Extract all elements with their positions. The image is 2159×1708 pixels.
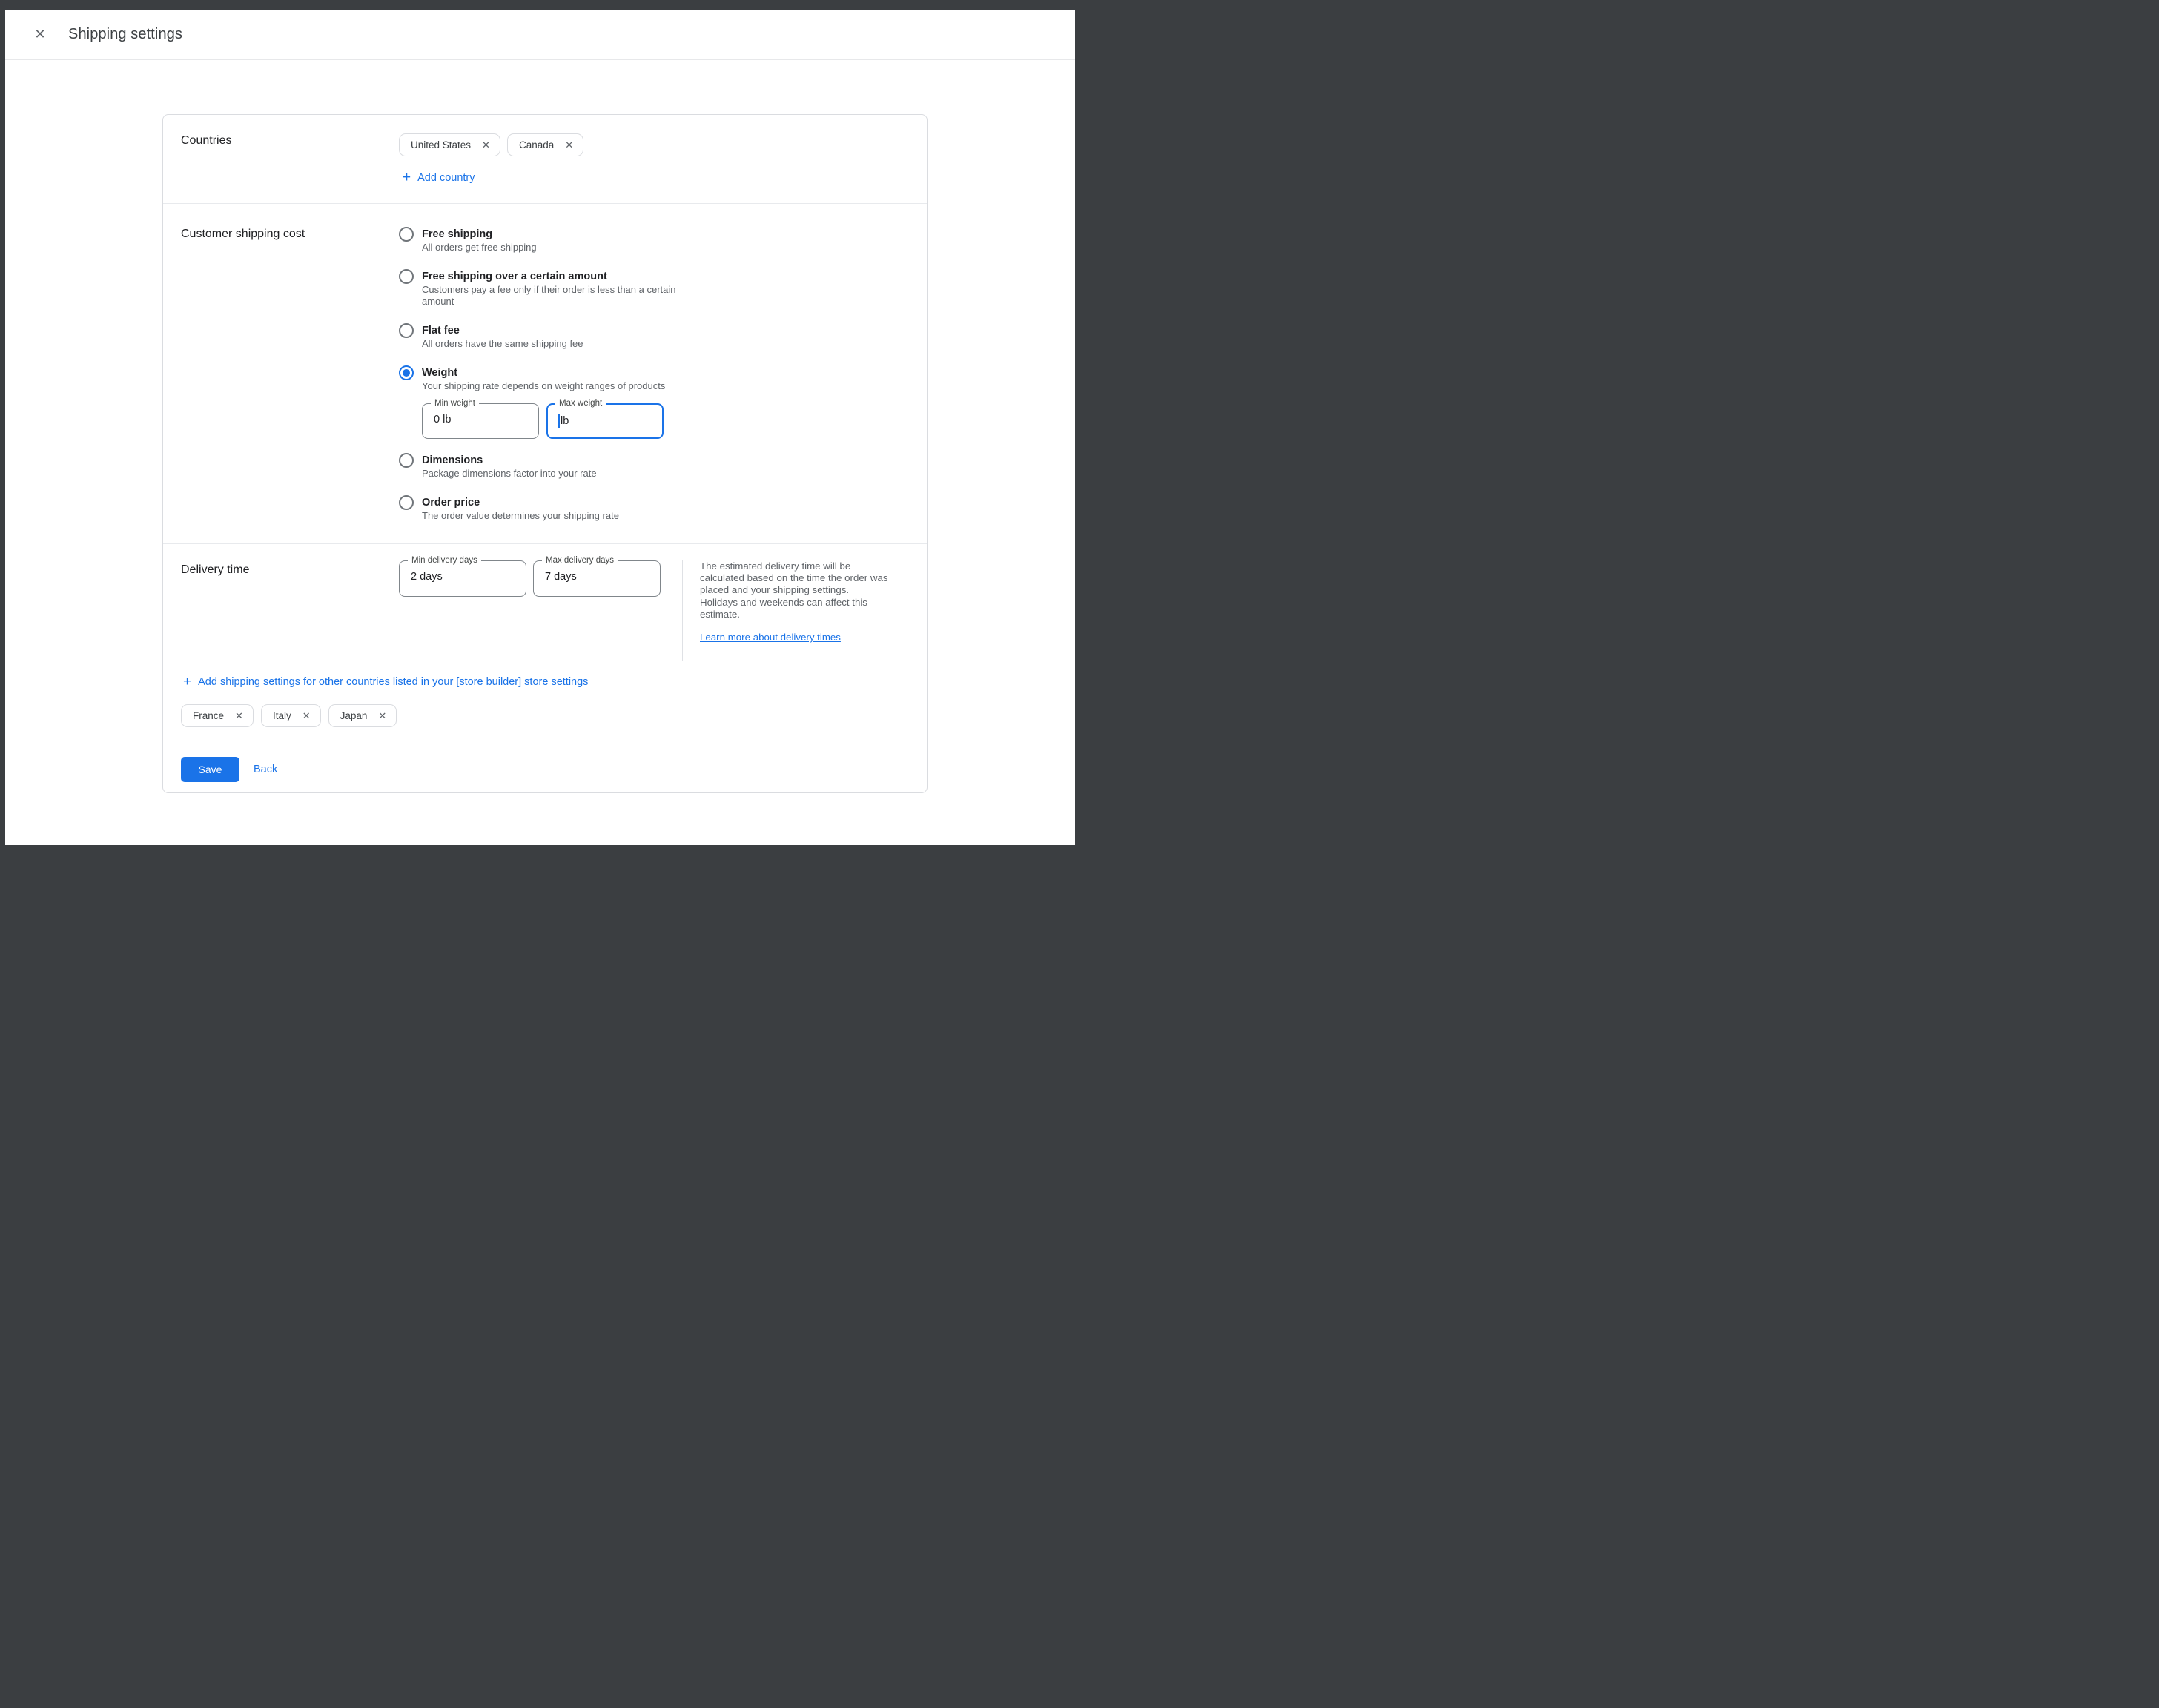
max-weight-input[interactable]: Max weight lb [546, 403, 664, 439]
chip-label: Italy [273, 710, 291, 721]
option-dimensions: Dimensions Package dimensions factor int… [399, 454, 909, 480]
text-cursor [558, 414, 560, 428]
remove-country-icon[interactable]: ✕ [378, 711, 386, 721]
countries-chip-row: United States ✕ Canada ✕ [399, 133, 909, 156]
option-description: Package dimensions factor into your rate [422, 468, 597, 480]
chip-label: Japan [340, 710, 368, 721]
option-order-price: Order price The order value determines y… [399, 496, 909, 522]
other-countries-chip-row: France ✕ Italy ✕ Japan ✕ [181, 704, 909, 727]
radio-flat-fee[interactable] [399, 323, 414, 338]
settings-card: Countries United States ✕ Canada ✕ + Add… [162, 114, 928, 793]
option-description: All orders get free shipping [422, 242, 537, 254]
option-description: Your shipping rate depends on weight ran… [422, 380, 665, 392]
radio-order-price[interactable] [399, 495, 414, 510]
shipping-cost-label: Customer shipping cost [181, 204, 399, 543]
max-weight-value: lb [561, 415, 569, 427]
radio-dimensions[interactable] [399, 453, 414, 468]
delivery-help-text: Holidays and weekends can affect this [700, 597, 909, 609]
country-chip-japan: Japan ✕ [328, 704, 397, 727]
remove-country-icon[interactable]: ✕ [482, 140, 490, 150]
country-chip-united-states: United States ✕ [399, 133, 500, 156]
max-delivery-days-value: 7 days [545, 571, 577, 583]
save-button[interactable]: Save [181, 757, 239, 782]
weight-fields-row: Min weight 0 lb Max weight lb [422, 403, 665, 439]
delivery-help-text: calculated based on the time the order w… [700, 572, 909, 584]
max-weight-label: Max weight [555, 399, 606, 408]
option-description: The order value determines your shipping… [422, 510, 619, 522]
country-chip-canada: Canada ✕ [507, 133, 583, 156]
option-title: Free shipping [422, 228, 537, 241]
radio-free-shipping[interactable] [399, 227, 414, 242]
countries-label: Countries [181, 115, 399, 203]
delivery-help-text: The estimated delivery time will be [700, 560, 909, 572]
other-countries-section: + Add shipping settings for other countr… [163, 661, 927, 744]
option-free-shipping: Free shipping All orders get free shippi… [399, 228, 909, 254]
radio-free-over-amount[interactable] [399, 269, 414, 284]
option-title: Free shipping over a certain amount [422, 270, 678, 283]
add-shipping-settings-label: Add shipping settings for other countrie… [198, 676, 588, 688]
remove-country-icon[interactable]: ✕ [235, 711, 243, 721]
option-weight: Weight Your shipping rate depends on wei… [399, 366, 909, 439]
min-delivery-days-input[interactable]: Min delivery days 2 days [399, 560, 526, 597]
min-weight-label: Min weight [431, 399, 479, 408]
shipping-cost-section: Customer shipping cost Free shipping All… [163, 204, 927, 544]
option-title: Weight [422, 366, 665, 380]
min-weight-input[interactable]: Min weight 0 lb [422, 403, 539, 439]
delivery-help-text: placed and your shipping settings. [700, 584, 909, 596]
delivery-help-text: estimate. [700, 609, 909, 620]
add-country-label: Add country [417, 172, 475, 184]
shipping-settings-page: ✕ Shipping settings Countries United Sta… [5, 10, 1075, 845]
countries-section: Countries United States ✕ Canada ✕ + Add… [163, 115, 927, 204]
footer-actions: Save Back [163, 744, 927, 794]
option-free-over-amount: Free shipping over a certain amount Cust… [399, 270, 909, 308]
option-description: Customers pay a fee only if their order … [422, 284, 678, 308]
back-link[interactable]: Back [254, 757, 277, 782]
delivery-time-label: Delivery time [181, 544, 399, 661]
max-delivery-days-input[interactable]: Max delivery days 7 days [533, 560, 661, 597]
dialog-header: ✕ Shipping settings [5, 10, 1075, 60]
remove-country-icon[interactable]: ✕ [565, 140, 573, 150]
learn-more-delivery-times-link[interactable]: Learn more about delivery times [700, 632, 841, 643]
delivery-time-section: Delivery time Min delivery days 2 days M… [163, 544, 927, 661]
delivery-fields-row: Min delivery days 2 days Max delivery da… [399, 544, 661, 661]
option-flat-fee: Flat fee All orders have the same shippi… [399, 324, 909, 350]
min-weight-value: 0 lb [434, 414, 451, 426]
country-chip-italy: Italy ✕ [261, 704, 321, 727]
chip-label: Canada [519, 139, 554, 150]
radio-weight-selected[interactable] [399, 365, 414, 380]
min-delivery-days-value: 2 days [411, 571, 443, 583]
max-delivery-days-label: Max delivery days [542, 556, 618, 566]
delivery-help-block: The estimated delivery time will be calc… [682, 560, 909, 661]
remove-country-icon[interactable]: ✕ [302, 711, 311, 721]
plus-icon: + [403, 171, 411, 185]
chip-label: France [193, 710, 224, 721]
option-title: Flat fee [422, 324, 583, 337]
chip-label: United States [411, 139, 471, 150]
add-shipping-settings-button[interactable]: + Add shipping settings for other countr… [181, 675, 909, 689]
country-chip-france: France ✕ [181, 704, 254, 727]
option-description: All orders have the same shipping fee [422, 338, 583, 350]
option-title: Order price [422, 496, 619, 509]
page-title: Shipping settings [68, 26, 182, 43]
close-icon[interactable]: ✕ [32, 27, 48, 43]
option-title: Dimensions [422, 454, 597, 467]
min-delivery-days-label: Min delivery days [408, 556, 481, 566]
plus-icon: + [183, 675, 191, 689]
add-country-button[interactable]: + Add country [399, 171, 909, 185]
